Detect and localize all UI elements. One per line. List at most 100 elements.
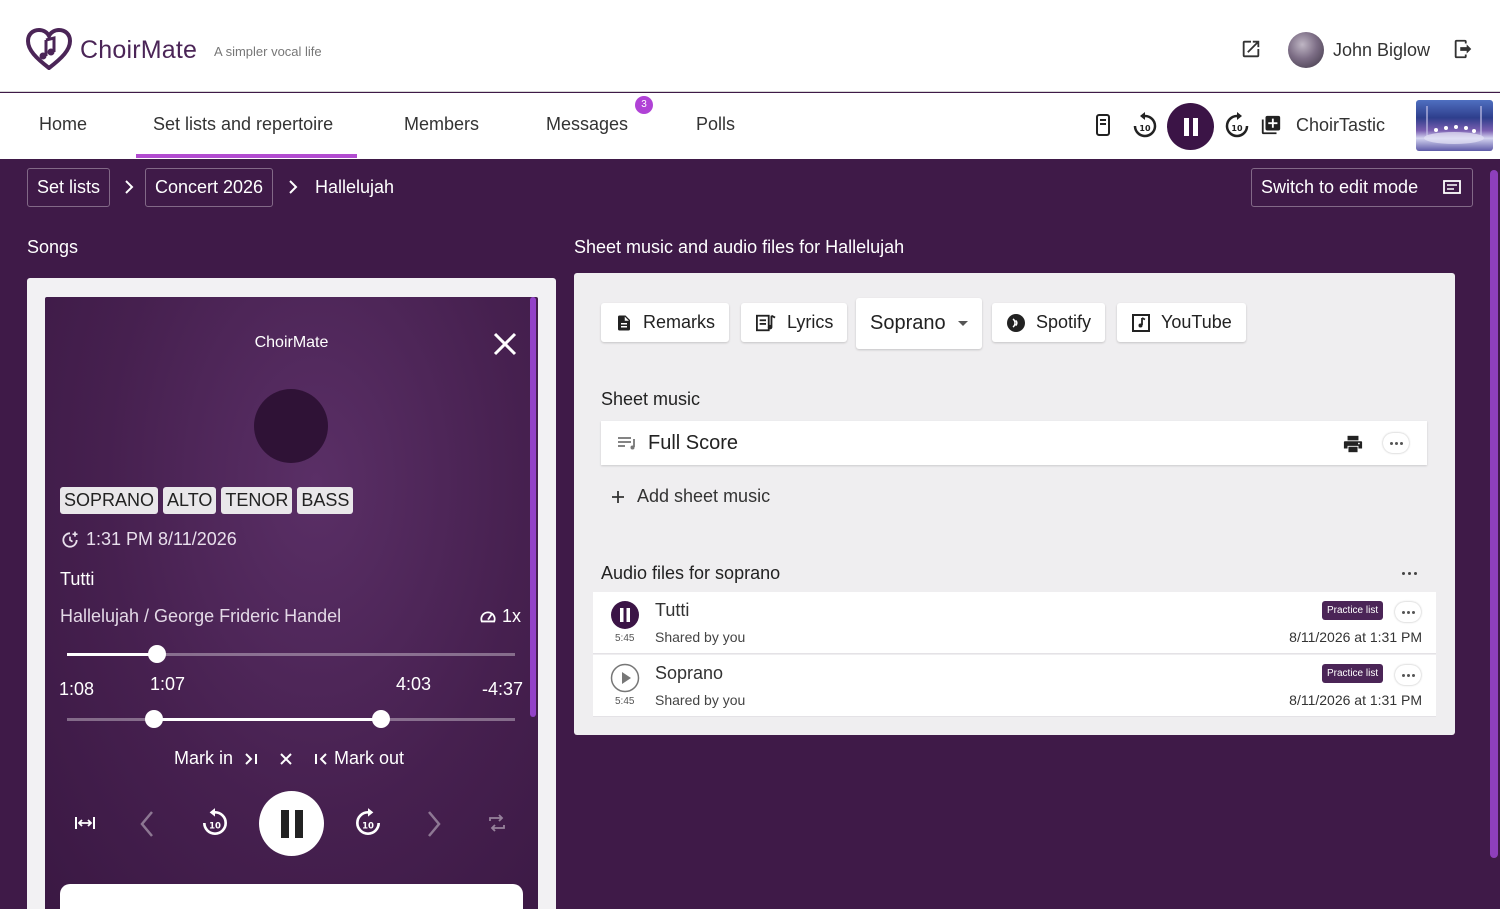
svg-text:10: 10 [209,821,221,831]
breadcrumb-concert[interactable]: Concert 2026 [145,168,274,207]
songs-title: Songs [27,237,79,257]
youtube-button[interactable]: YouTube [1117,303,1246,342]
mark-in-icon[interactable] [244,752,260,766]
playback-speed[interactable]: 1x [479,606,521,627]
replay-10-icon[interactable]: 10 [1131,111,1159,141]
loop-range-fill [154,718,381,721]
mark-out-button[interactable]: Mark out [334,748,404,769]
breadcrumb-set-lists[interactable]: Set lists [27,168,111,207]
audio-date: 8/11/2026 at 1:31 PM [1289,629,1422,645]
edit-mode-label: Switch to edit mode [1261,177,1419,197]
pause-icon [280,809,303,838]
logout-icon[interactable] [1452,38,1474,60]
play-pause-button[interactable] [259,791,324,856]
nav-home[interactable]: Home [39,114,87,135]
practice-list-badge[interactable]: Practice list [1322,664,1384,683]
audio-shared: Shared by you [655,629,746,645]
nav-set-lists[interactable]: Set lists and repertoire [153,114,333,135]
more-icon[interactable] [1402,572,1417,575]
mark-in-button[interactable]: Mark in [174,748,233,769]
more-icon[interactable] [1395,665,1421,685]
remarks-button[interactable]: Remarks [601,303,730,342]
spotify-icon [1007,313,1025,332]
nav-messages[interactable]: Messages [546,114,628,135]
page-scrollbar[interactable] [1490,170,1498,858]
voice-tag-alto[interactable]: ALTO [163,487,217,514]
more-icon[interactable] [1383,433,1409,453]
external-link-icon[interactable] [1240,38,1262,60]
audio-shared: Shared by you [655,692,746,708]
brand-name[interactable]: ChoirMate [80,36,197,65]
audio-row[interactable]: 5:45 Soprano Shared by you Practice list… [593,655,1436,717]
audio-name: Tutti [655,600,690,620]
audio-player: ChoirMate SOPRANO ALTO TENOR BASS 1:31 P… [45,297,538,909]
loop-end-handle[interactable] [371,710,390,728]
avatar[interactable] [1288,32,1324,68]
add-sheet-music-button[interactable]: Add sheet music [611,486,770,507]
library-icon[interactable] [1260,114,1282,136]
voice-tags: SOPRANO ALTO TENOR BASS [60,487,354,514]
progress-handle[interactable] [147,645,166,663]
loop-start-handle[interactable] [145,710,164,728]
audio-row[interactable]: 5:45 Tutti Shared by you Practice list 8… [593,592,1436,654]
close-icon[interactable] [492,331,518,357]
sheet-icon [618,437,635,450]
elapsed-time: 1:08 [59,679,95,699]
track-timestamp: 1:31 PM 8/11/2026 [60,529,237,550]
nav-pause-button[interactable] [1167,103,1214,150]
voice-tag-tenor[interactable]: TENOR [221,487,293,514]
practice-list-badge[interactable]: Practice list [1322,601,1384,620]
youtube-icon [1132,313,1150,332]
replay-10-icon[interactable]: 10 [200,807,230,839]
svg-text:10: 10 [1139,124,1151,133]
switch-edit-mode-button[interactable]: Switch to edit mode [1251,168,1473,207]
pause-icon [1183,117,1198,136]
forward-10-icon[interactable]: 10 [1223,111,1251,141]
voice-tag-soprano[interactable]: SOPRANO [60,487,159,514]
lyrics-icon [756,314,776,331]
repeat-icon[interactable] [487,814,507,832]
nav-polls[interactable]: Polls [696,114,735,135]
add-sheet-music-label: Add sheet music [637,486,771,506]
user-name[interactable]: John Biglow [1333,40,1430,61]
fit-width-icon[interactable] [74,814,96,832]
forward-10-icon[interactable]: 10 [353,807,383,839]
heart-logo-icon[interactable] [26,28,72,70]
lyrics-label: Lyrics [787,312,834,332]
document-icon [618,315,630,330]
more-icon[interactable] [1395,602,1421,622]
remarks-label: Remarks [643,312,716,332]
chevron-right-icon [286,178,300,196]
voice-select[interactable]: Soprano [856,298,982,349]
sheet-music-item[interactable]: Full Score [601,421,1427,465]
svg-text:10: 10 [1231,124,1243,133]
clear-marks-icon[interactable] [278,751,294,767]
edit-mode-icon [1443,180,1461,194]
spotify-label: Spotify [1036,312,1092,332]
schedule-icon [62,531,78,548]
player-scrollbar[interactable] [530,297,536,717]
tagline: A simpler vocal life [214,44,322,59]
phone-icon[interactable] [1093,113,1113,137]
next-icon[interactable] [424,809,444,839]
voice-tag-bass[interactable]: BASS [297,487,354,514]
svg-text:10: 10 [362,821,374,831]
choir-image[interactable] [1416,100,1493,151]
speed-icon [480,611,496,622]
previous-icon[interactable] [137,809,157,839]
audio-duration: 5:45 [615,633,635,644]
lyrics-button[interactable]: Lyrics [741,303,848,342]
speed-label: 1x [502,606,522,626]
play-icon [610,663,640,693]
timestamp-text: 1:31 PM 8/11/2026 [86,529,237,549]
mark-in-label: Mark in [174,748,234,768]
choir-name[interactable]: ChoirTastic [1296,115,1385,136]
caret-down-icon [957,321,968,326]
nav-members[interactable]: Members [404,114,479,135]
voice-select-value: Soprano [870,312,946,334]
plus-icon [612,490,624,503]
spotify-button[interactable]: Spotify [992,303,1106,342]
lyrics-card[interactable] [60,884,523,909]
print-icon [1343,435,1363,453]
mark-out-icon[interactable] [312,752,328,766]
